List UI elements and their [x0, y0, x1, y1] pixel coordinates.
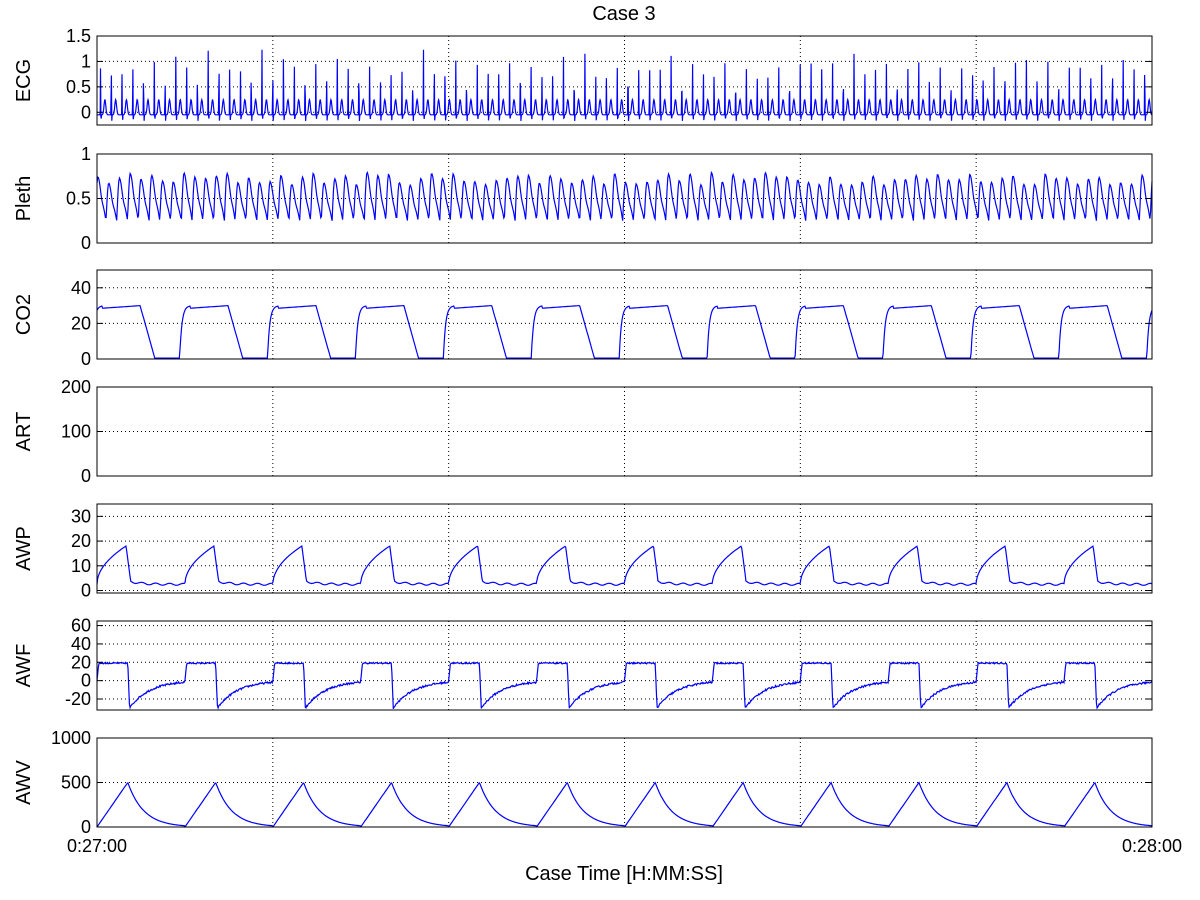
y-tick-label: 40	[71, 278, 91, 298]
y-tick-label: 20	[71, 531, 91, 551]
y-tick-label: 0.5	[66, 189, 91, 209]
y-tick-label: 20	[71, 652, 91, 672]
y-tick-label: 40	[71, 634, 91, 654]
y-axis-label: AWF	[13, 644, 35, 688]
y-tick-label: 30	[71, 506, 91, 526]
y-tick-label: 10	[71, 556, 91, 576]
y-axis-label: AWP	[13, 526, 35, 571]
y-tick-label: 1000	[51, 728, 91, 748]
y-axis-label: ECG	[13, 59, 35, 102]
y-tick-label: 20	[71, 313, 91, 333]
y-tick-label: 60	[71, 616, 91, 636]
panels-group: 00.511.5ECG00.51Pleth02040CO20100200ART0…	[13, 26, 1153, 837]
x-tick-label-end: 0:28:00	[1122, 836, 1182, 856]
y-tick-label: -20	[65, 689, 91, 709]
panel-awf: -200204060 AWF	[13, 616, 1153, 711]
y-axis-label: AWV	[13, 759, 35, 804]
y-tick-label: 0	[81, 102, 91, 122]
series-line-awv	[96, 781, 1153, 829]
y-tick-label: 1.5	[66, 26, 91, 46]
panel-art: 0 100 200 ART	[13, 377, 1153, 486]
y-tick-label: 1	[81, 51, 91, 71]
y-tick-label: 0	[81, 233, 91, 253]
panel-awv: 0 500 1000 AWV	[13, 728, 1153, 837]
series-line-pleth	[96, 170, 1153, 222]
y-axis-label: Pleth	[13, 176, 35, 222]
y-tick-label: 0.5	[66, 77, 91, 97]
y-tick-label: 200	[61, 377, 91, 397]
y-tick-label: 500	[61, 773, 91, 793]
y-tick-label: 100	[61, 422, 91, 442]
x-tick-label-start: 0:27:00	[67, 836, 127, 856]
chart-title: Case 3	[592, 3, 655, 25]
x-axis-label: Case Time [H:MM:SS]	[525, 863, 723, 885]
panel-awp: 0 10 20 30 AWP	[13, 503, 1153, 601]
y-tick-label: 0	[81, 671, 91, 691]
y-tick-label: 1	[81, 144, 91, 164]
y-axis-label: ART	[13, 412, 35, 452]
y-tick-label: 0	[81, 581, 91, 601]
panel-ecg: 0 0.5 1 1.5 ECG	[13, 26, 1153, 126]
y-tick-label: 0	[81, 349, 91, 369]
multi-panel-waveform-chart: Case 3 00.511.5ECG00.51Pleth02040CO20100…	[13, 3, 1182, 885]
panel-co2: 0 20 40 CO2	[13, 269, 1153, 369]
y-axis-label: CO2	[13, 294, 35, 335]
panel-pleth: 0 0.5 1 Pleth	[13, 144, 1153, 253]
y-tick-label: 0	[81, 817, 91, 837]
y-tick-label: 0	[81, 466, 91, 486]
